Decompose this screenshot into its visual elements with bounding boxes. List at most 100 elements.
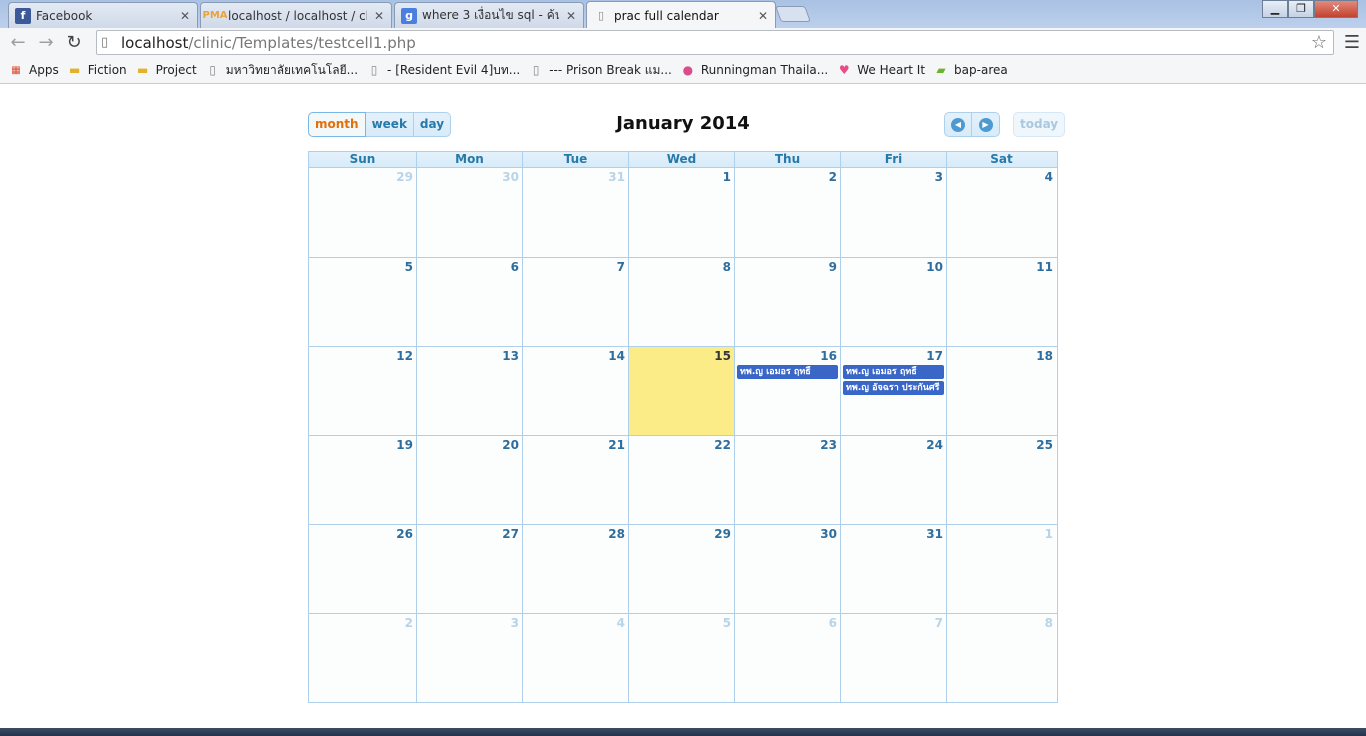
day-number: 18 xyxy=(1036,349,1053,363)
day-cell[interactable]: 4 xyxy=(946,168,1056,257)
day-number: 6 xyxy=(828,616,837,630)
day-number: 5 xyxy=(404,260,413,274)
day-cell[interactable]: 26 xyxy=(309,525,416,613)
dow-thu: Thu xyxy=(734,152,840,167)
minimize-icon[interactable]: ▁ xyxy=(1262,0,1288,18)
calendar-event[interactable]: ทพ.ญ เอมอร ฤทธิ์ xyxy=(843,365,944,379)
google-icon: g xyxy=(401,7,417,24)
day-cell[interactable]: 29 xyxy=(309,168,416,257)
close-tab-icon[interactable]: ✕ xyxy=(757,9,769,23)
forward-arrow-icon[interactable]: → xyxy=(34,31,58,55)
day-cell[interactable]: 27 xyxy=(416,525,522,613)
close-window-icon[interactable]: ✕ xyxy=(1314,0,1358,18)
day-cell[interactable]: 8 xyxy=(628,258,734,346)
day-cell[interactable]: 25 xyxy=(946,436,1056,524)
close-tab-icon[interactable]: ✕ xyxy=(373,9,385,23)
day-cell[interactable]: 18 xyxy=(946,347,1056,435)
day-cell[interactable]: 22 xyxy=(628,436,734,524)
day-cell[interactable]: 10 xyxy=(840,258,946,346)
day-cell[interactable]: 5 xyxy=(309,258,416,346)
day-number: 23 xyxy=(820,438,837,452)
tab-prac-full-calendar[interactable]: ▯ prac full calendar ✕ xyxy=(586,1,776,29)
day-number: 6 xyxy=(510,260,519,274)
day-cell[interactable]: 14 xyxy=(522,347,628,435)
day-cell[interactable]: 20 xyxy=(416,436,522,524)
day-number: 20 xyxy=(502,438,519,452)
bookmark-prison-break[interactable]: ▯ --- Prison Break แม... xyxy=(528,61,672,80)
menu-icon[interactable]: ☰ xyxy=(1344,32,1360,53)
back-arrow-icon[interactable]: ← xyxy=(6,31,30,55)
folder-icon: ▬ xyxy=(69,63,81,77)
day-cell[interactable]: 28 xyxy=(522,525,628,613)
bookmark-runningman[interactable]: ● Runningman Thaila... xyxy=(680,63,829,77)
close-tab-icon[interactable]: ✕ xyxy=(179,9,191,23)
day-cell[interactable]: 24 xyxy=(840,436,946,524)
day-number: 10 xyxy=(926,260,943,274)
day-cell[interactable]: 2 xyxy=(734,168,840,257)
day-cell[interactable]: 8 xyxy=(946,614,1056,702)
day-cell[interactable]: 7 xyxy=(840,614,946,702)
day-number: 4 xyxy=(616,616,625,630)
tab-facebook[interactable]: f Facebook ✕ xyxy=(8,2,198,28)
day-cell[interactable]: 30 xyxy=(734,525,840,613)
month-view-button[interactable]: month xyxy=(308,112,366,137)
new-tab-button[interactable] xyxy=(775,6,811,22)
address-bar[interactable]: ▯ localhost/clinic/Templates/testcell1.p… xyxy=(96,30,1334,55)
day-cell[interactable]: 11 xyxy=(946,258,1056,346)
calendar-event[interactable]: ทพ.ญ เอมอร ฤทธิ์ xyxy=(737,365,838,379)
day-cell[interactable]: 4 xyxy=(522,614,628,702)
bookmark-fiction[interactable]: ▬ Fiction xyxy=(67,63,127,77)
tab-phpmyadmin[interactable]: PMA localhost / localhost / clin ✕ xyxy=(200,2,392,28)
day-cell[interactable]: 7 xyxy=(522,258,628,346)
tab-label: prac full calendar xyxy=(614,8,719,23)
reload-icon[interactable]: ↻ xyxy=(62,31,86,55)
day-cell[interactable]: 31 xyxy=(840,525,946,613)
url-path: /clinic/Templates/testcell1.php xyxy=(188,33,416,52)
bookmark-apps[interactable]: ▦ Apps xyxy=(8,63,58,77)
week-view-button[interactable]: week xyxy=(365,112,414,137)
day-cell[interactable]: 12 xyxy=(309,347,416,435)
day-cell[interactable]: 16 ทพ.ญ เอมอร ฤทธิ์ xyxy=(734,347,840,435)
today-group: today xyxy=(1013,112,1066,137)
dow-fri: Fri xyxy=(840,152,946,167)
close-tab-icon[interactable]: ✕ xyxy=(565,9,577,23)
day-number: 30 xyxy=(502,170,519,184)
day-cell[interactable]: 1 xyxy=(946,525,1056,613)
day-cell[interactable]: 23 xyxy=(734,436,840,524)
week-row: 29 30 31 1 2 3 4 xyxy=(309,168,1057,257)
day-cell[interactable]: 21 xyxy=(522,436,628,524)
bookmark-resident-evil[interactable]: ▯ - [Resident Evil 4]บท... xyxy=(366,61,520,80)
bookmark-label: Fiction xyxy=(87,63,127,77)
bookmark-university[interactable]: ▯ มหาวิทยาลัยเทคโนโลยี... xyxy=(205,61,358,80)
day-cell[interactable]: 1 xyxy=(628,168,734,257)
next-button[interactable]: ▶ xyxy=(972,112,1000,137)
day-cell[interactable]: 6 xyxy=(734,614,840,702)
day-number: 31 xyxy=(926,527,943,541)
bookmark-we-heart-it[interactable]: ♥ We Heart It xyxy=(836,63,925,77)
bookmark-bap-area[interactable]: ▰ bap-area xyxy=(933,63,1007,77)
tab-google-search[interactable]: g where 3 เงื่อนไข sql - ค้นหา ✕ xyxy=(394,2,584,28)
bookmark-star-icon[interactable]: ☆ xyxy=(1311,32,1327,53)
day-view-button[interactable]: day xyxy=(413,112,452,137)
day-cell[interactable]: 2 xyxy=(309,614,416,702)
day-cell[interactable]: 6 xyxy=(416,258,522,346)
day-cell[interactable]: 13 xyxy=(416,347,522,435)
day-number: 4 xyxy=(1044,170,1053,184)
prev-button[interactable]: ◀ xyxy=(944,112,972,137)
restore-icon[interactable]: ❐ xyxy=(1288,0,1314,18)
day-cell[interactable]: 29 xyxy=(628,525,734,613)
day-cell[interactable]: 17 ทพ.ญ เอมอร ฤทธิ์ ทพ.ญ อัจฉรา ประกันศรี xyxy=(840,347,946,435)
day-cell[interactable]: 3 xyxy=(840,168,946,257)
today-button[interactable]: today xyxy=(1013,112,1066,137)
day-cell[interactable]: 3 xyxy=(416,614,522,702)
day-cell[interactable]: 9 xyxy=(734,258,840,346)
day-cell[interactable]: 30 xyxy=(416,168,522,257)
day-number: 29 xyxy=(714,527,731,541)
day-cell[interactable]: 31 xyxy=(522,168,628,257)
tab-label: Facebook xyxy=(36,8,93,23)
day-cell-today[interactable]: 15 xyxy=(628,347,734,435)
calendar-event[interactable]: ทพ.ญ อัจฉรา ประกันศรี xyxy=(843,381,944,395)
day-cell[interactable]: 5 xyxy=(628,614,734,702)
day-cell[interactable]: 19 xyxy=(309,436,416,524)
bookmark-project[interactable]: ▬ Project xyxy=(135,63,197,77)
